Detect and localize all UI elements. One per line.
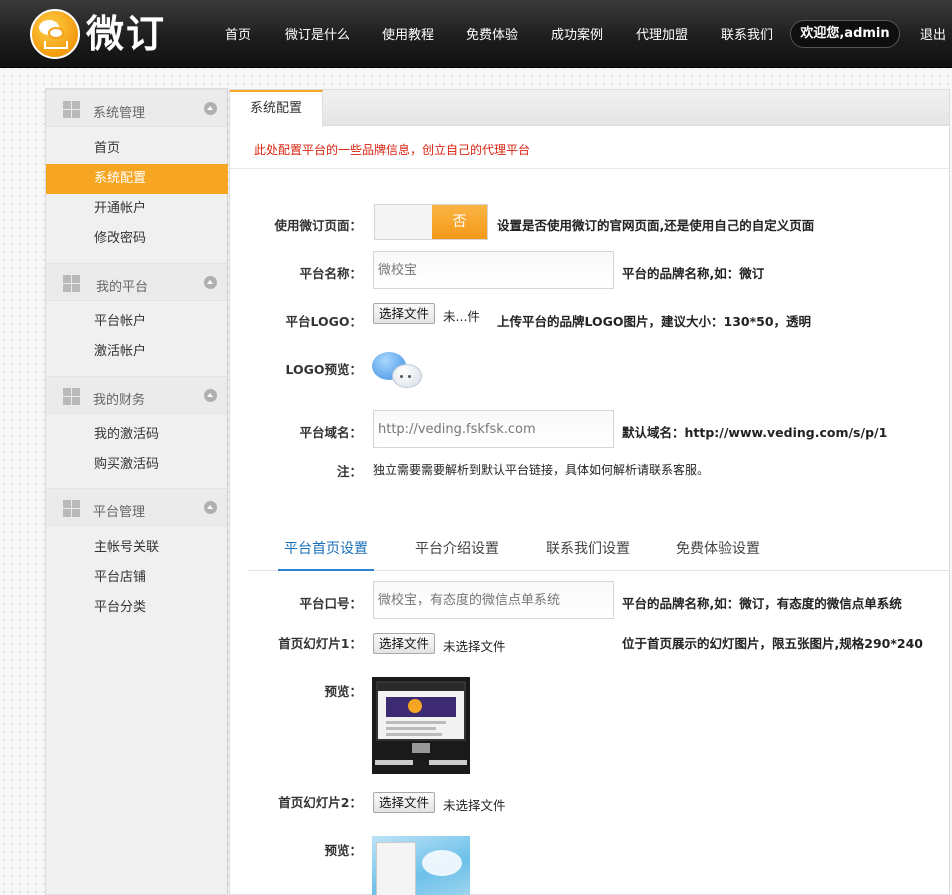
config-panel: 系统配置 此处配置平台的一些品牌信息，创立自己的代理平台 使用微订页面： 否 设… (229, 89, 950, 895)
sidebar-group-my-finance[interactable]: 我的财务 (46, 376, 227, 414)
sidebar-item-change-password[interactable]: 修改密码 (46, 224, 228, 254)
platform-domain-input[interactable] (373, 410, 614, 448)
divider (230, 168, 949, 169)
slogan-label: 平台口号： (299, 596, 362, 611)
top-navbar: 微订 首页 微订是什么 使用教程 免费体验 成功案例 代理加盟 联系我们 欢迎您… (0, 0, 952, 68)
panel-tabbar: 系统配置 (230, 90, 949, 127)
nav-item-agency[interactable]: 代理加盟 (636, 24, 688, 43)
platform-logo-label: 平台LOGO： (285, 314, 362, 329)
site-logo[interactable]: 微订 (30, 8, 166, 60)
sidebar: 系统管理 首页 系统配置 开通帐户 修改密码 我的平台 平台帐户 激活帐户 我的… (45, 88, 228, 895)
sidebar-group-platform-manage[interactable]: 平台管理 (46, 488, 227, 526)
slide1-preview-image (372, 677, 470, 774)
subtab-home-settings[interactable]: 平台首页设置 (284, 538, 368, 558)
sidebar-group-title: 平台管理 (93, 505, 146, 520)
slide2-label: 首页幻灯片2： (278, 795, 362, 810)
nav-item-contact[interactable]: 联系我们 (721, 24, 773, 43)
logo-file-status: 未...件 (443, 309, 480, 324)
slide1-desc: 位于首页展示的幻灯图片，限五张图片,规格290*240 (622, 636, 923, 651)
grid-icon (63, 101, 80, 118)
logo-preview-image (372, 348, 426, 392)
sidebar-group-title: 我的平台 (96, 280, 149, 295)
sidebar-item-platform-stores[interactable]: 平台店铺 (46, 563, 228, 593)
slide1-file-button[interactable]: 选择文件 (373, 633, 436, 654)
sidebar-item-my-codes[interactable]: 我的激活码 (46, 420, 228, 450)
preview2-label: 预览： (324, 843, 362, 858)
sidebar-item-system-config[interactable]: 系统配置 (46, 164, 228, 194)
subtab-trial-settings[interactable]: 免费体验设置 (676, 538, 760, 558)
grid-icon (63, 275, 80, 292)
subtab-active-underline (278, 569, 374, 571)
logo-badge-icon (30, 9, 80, 59)
toggle-value: 否 (432, 205, 487, 239)
use-page-desc: 设置是否使用微订的官网页面,还是使用自己的自定义页面 (497, 218, 815, 233)
sidebar-group-my-platform[interactable]: 我的平台 (46, 263, 227, 301)
logo-preview-label: LOGO预览： (285, 362, 362, 377)
platform-domain-label: 平台域名： (299, 425, 362, 440)
collapse-icon[interactable] (204, 501, 217, 514)
sidebar-item-open-account[interactable]: 开通帐户 (46, 194, 228, 224)
sidebar-item-main-account-link[interactable]: 主帐号关联 (46, 533, 228, 563)
logo-file-button[interactable]: 选择文件 (373, 303, 436, 324)
sidebar-group-system[interactable]: 系统管理 (46, 89, 227, 127)
subtab-intro-settings[interactable]: 平台介绍设置 (415, 538, 499, 558)
preview1-label: 预览： (324, 684, 362, 699)
slide1-label: 首页幻灯片1： (278, 636, 362, 651)
platform-domain-desc: 默认域名：http://www.veding.com/s/p/1 (622, 425, 888, 440)
grid-icon (63, 388, 80, 405)
note-text: 独立需要需要解析到默认平台链接，具体如何解析请联系客服。 (373, 463, 710, 477)
note-label: 注： (336, 464, 362, 479)
subtab-contact-settings[interactable]: 联系我们设置 (546, 538, 630, 558)
logo-text: 微订 (86, 12, 167, 56)
nav-item-what-is[interactable]: 微订是什么 (285, 24, 350, 43)
config-notice: 此处配置平台的一些品牌信息，创立自己的代理平台 (254, 143, 531, 157)
platform-name-desc: 平台的品牌名称,如：微订 (622, 266, 765, 281)
slide2-preview-image (372, 836, 470, 895)
collapse-icon[interactable] (204, 102, 217, 115)
collapse-icon[interactable] (204, 389, 217, 402)
platform-name-label: 平台名称： (299, 266, 362, 281)
sidebar-item-home[interactable]: 首页 (46, 134, 228, 164)
logout-link[interactable]: 退出 (920, 24, 946, 43)
slide2-file-status: 未选择文件 (443, 798, 506, 813)
sidebar-item-activate-account[interactable]: 激活帐户 (46, 337, 228, 367)
slide2-file-button[interactable]: 选择文件 (373, 792, 436, 813)
sidebar-item-platform-account[interactable]: 平台帐户 (46, 307, 228, 337)
nav-item-cases[interactable]: 成功案例 (551, 24, 603, 43)
collapse-icon[interactable] (204, 276, 217, 289)
grid-icon (63, 500, 80, 517)
sidebar-item-buy-codes[interactable]: 购买激活码 (46, 450, 228, 480)
welcome-user-badge[interactable]: 欢迎您,admin (790, 20, 900, 48)
slide1-file-status: 未选择文件 (443, 639, 506, 654)
sidebar-group-title: 我的财务 (93, 393, 146, 408)
use-page-toggle[interactable]: 否 (374, 204, 488, 240)
nav-item-home[interactable]: 首页 (225, 24, 251, 43)
tab-system-config[interactable]: 系统配置 (230, 90, 323, 127)
slogan-input[interactable] (373, 581, 614, 619)
nav-item-tutorial[interactable]: 使用教程 (382, 24, 434, 43)
nav-item-free-trial[interactable]: 免费体验 (466, 24, 518, 43)
sidebar-item-platform-categories[interactable]: 平台分类 (46, 593, 228, 623)
slogan-desc: 平台的品牌名称,如：微订，有态度的微信点单系统 (622, 596, 902, 611)
platform-name-input[interactable] (373, 251, 614, 289)
sidebar-group-title: 系统管理 (93, 106, 146, 121)
platform-logo-desc: 上传平台的品牌LOGO图片，建议大小：130*50，透明 (497, 314, 812, 329)
use-page-label: 使用微订页面： (274, 218, 362, 233)
